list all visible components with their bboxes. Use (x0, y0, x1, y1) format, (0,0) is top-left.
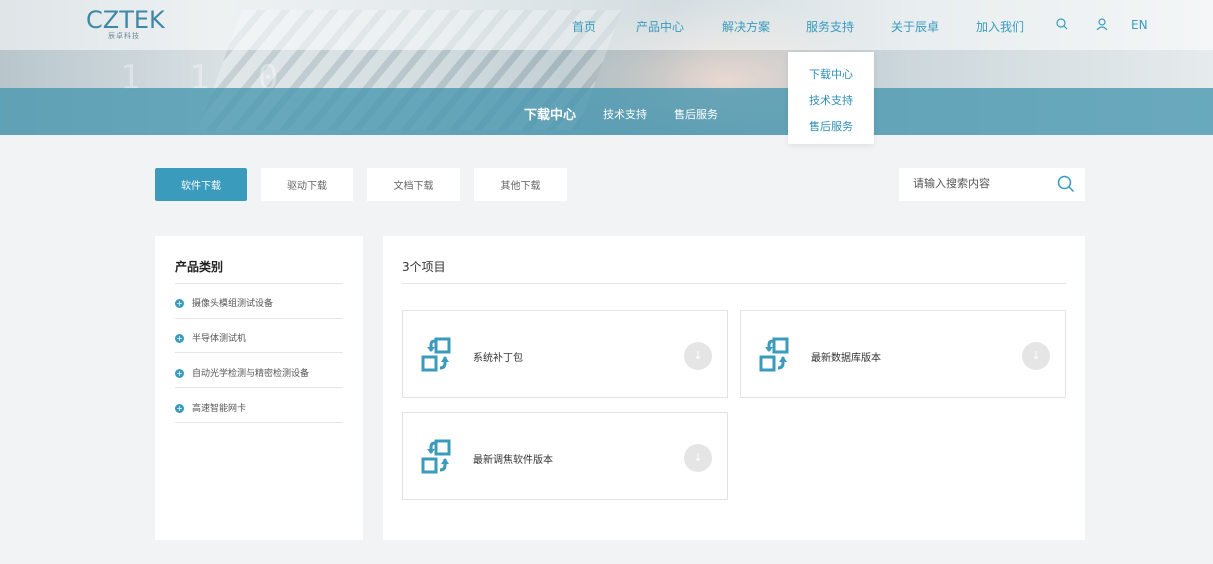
sidebar-title: 产品类别 (175, 260, 224, 274)
download-icon[interactable]: ↓ (684, 444, 712, 472)
update-icon (759, 337, 789, 372)
file-name: 最新数据库版本 (811, 353, 881, 364)
file-name: 系统补丁包 (473, 353, 523, 364)
service-dropdown: 下载中心 技术支持 售后服务 (788, 52, 874, 144)
nav-service-support[interactable]: 服务支持 (806, 18, 854, 35)
nav-about[interactable]: 关于辰卓 (891, 18, 939, 35)
language-switch[interactable]: EN (1131, 18, 1148, 32)
category-label: 高速智能网卡 (192, 404, 247, 414)
plus-icon: + (175, 299, 184, 308)
file-card[interactable]: 系统补丁包 ↓ (402, 310, 728, 398)
item-count: 3个项目 (402, 260, 446, 274)
plus-icon: + (175, 334, 184, 343)
divider (175, 352, 343, 353)
update-icon (421, 439, 451, 474)
plus-icon: + (175, 369, 184, 378)
search-icon[interactable] (1057, 175, 1075, 193)
nav-products[interactable]: 产品中心 (636, 18, 684, 35)
file-name: 最新调焦软件版本 (473, 455, 553, 466)
download-icon[interactable]: ↓ (684, 342, 712, 370)
update-icon (421, 337, 451, 372)
subnav-after-sales[interactable]: 售后服务 (674, 106, 718, 122)
category-semiconductor[interactable]: + 半导体测试机 (175, 331, 355, 344)
dropdown-tech-support[interactable]: 技术支持 (788, 92, 874, 108)
category-camera-module[interactable]: + 摄像头模组测试设备 (175, 296, 355, 309)
category-label: 自动光学检测与精密检测设备 (192, 369, 310, 379)
subnav-download-center[interactable]: 下载中心 (524, 104, 576, 123)
category-label: 摄像头模组测试设备 (192, 299, 274, 309)
category-smart-nic[interactable]: + 高速智能网卡 (175, 401, 355, 414)
nav-solutions[interactable]: 解决方案 (722, 18, 770, 35)
subnav-tech-support[interactable]: 技术支持 (603, 106, 647, 122)
divider (175, 283, 343, 284)
divider (175, 387, 343, 388)
search-icon[interactable] (1055, 17, 1069, 31)
search-box (899, 168, 1085, 201)
tab-driver-download[interactable]: 驱动下载 (261, 168, 353, 201)
tab-other-download[interactable]: 其他下载 (474, 168, 567, 201)
search-input[interactable] (911, 176, 1055, 191)
download-icon[interactable]: ↓ (1022, 342, 1050, 370)
file-card[interactable]: 最新数据库版本 ↓ (740, 310, 1066, 398)
category-optical-inspection[interactable]: + 自动光学检测与精密检测设备 (175, 366, 355, 379)
dropdown-after-sales[interactable]: 售后服务 (788, 118, 874, 134)
user-icon[interactable] (1095, 17, 1109, 31)
tab-document-download[interactable]: 文档下载 (367, 168, 460, 201)
dropdown-download-center[interactable]: 下载中心 (788, 66, 874, 82)
nav-join-us[interactable]: 加入我们 (976, 18, 1024, 35)
download-list: 3个项目 系统补丁包 ↓ 最新数据库版本 ↓ 最新调焦软件版本 ↓ (383, 236, 1085, 540)
nav-home[interactable]: 首页 (572, 18, 596, 35)
category-label: 半导体测试机 (192, 334, 247, 344)
file-card[interactable]: 最新调焦软件版本 ↓ (402, 412, 728, 500)
logo[interactable]: CZTEK 辰卓科技 (86, 6, 165, 42)
divider (175, 422, 343, 423)
logo-text: CZTEK (86, 6, 165, 34)
divider (175, 318, 343, 319)
tab-software-download[interactable]: 软件下载 (155, 168, 247, 201)
plus-icon: + (175, 404, 184, 413)
top-navbar: CZTEK 辰卓科技 首页 产品中心 解决方案 服务支持 关于辰卓 加入我们 E… (0, 0, 1213, 50)
divider (402, 283, 1066, 284)
category-sidebar: 产品类别 + 摄像头模组测试设备 + 半导体测试机 + 自动光学检测与精密检测设备 +… (155, 236, 363, 540)
